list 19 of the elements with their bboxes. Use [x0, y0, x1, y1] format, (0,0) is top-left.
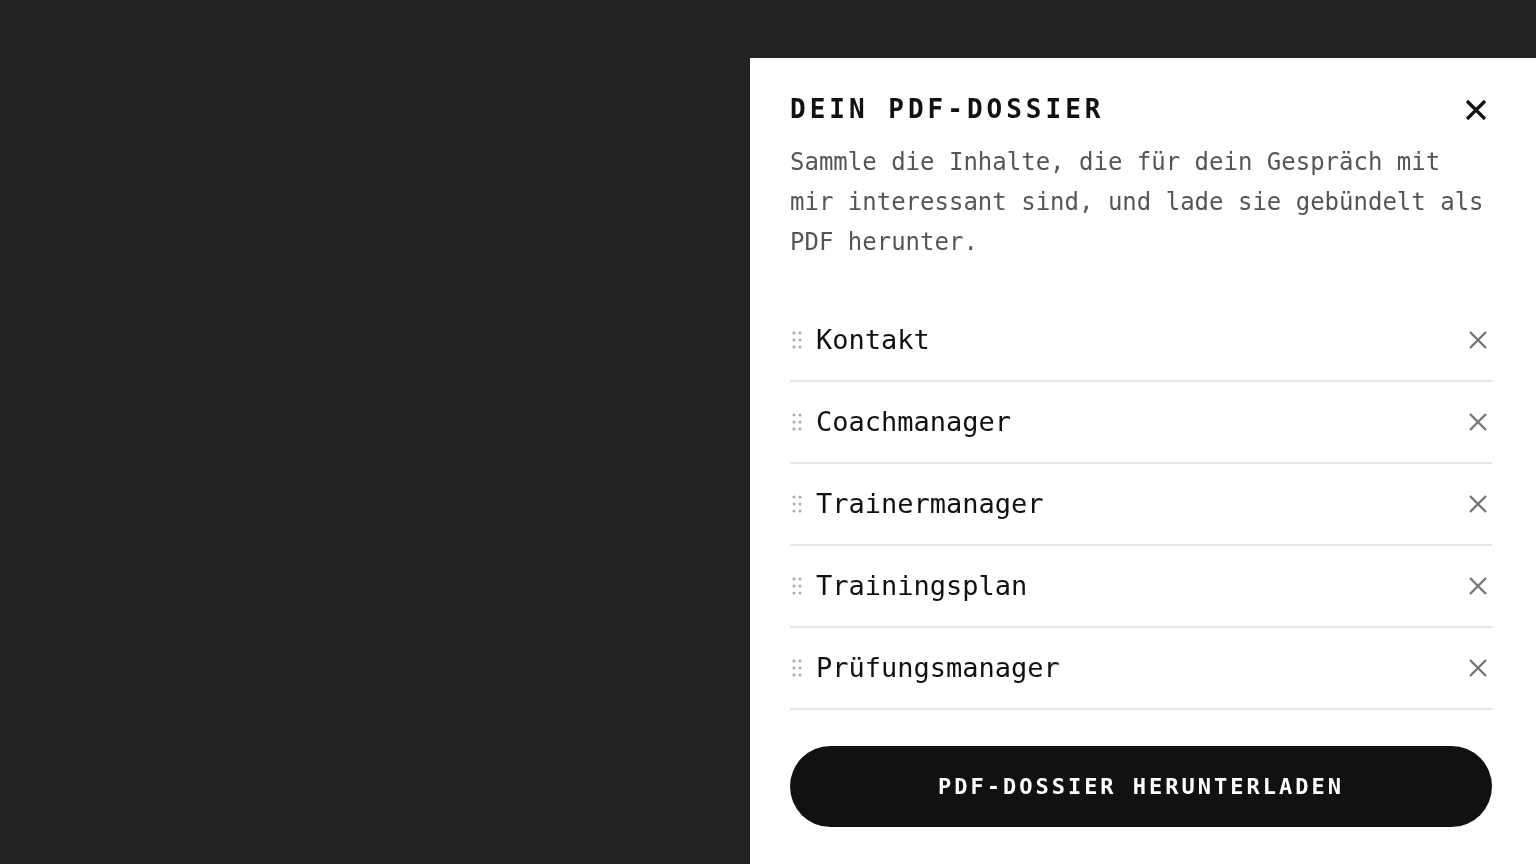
drag-handle-icon[interactable] [790, 658, 804, 678]
item-label: Coachmanager [816, 404, 1013, 439]
close-icon [1468, 330, 1488, 350]
item-label: Prüfungsmanager [816, 650, 1061, 685]
drawer-title: DEIN PDF-DOSSIER [790, 94, 1105, 126]
drag-handle-icon[interactable] [790, 330, 804, 350]
close-icon [1468, 412, 1488, 432]
drag-handle-icon[interactable] [790, 412, 804, 432]
close-icon [1464, 98, 1488, 122]
close-icon [1468, 494, 1488, 514]
drag-handle-icon[interactable] [790, 576, 804, 596]
description: Sammle die Inhalte, die für dein Gespräch mit mir interessant sind, und lade sie gebündelt als PDF herunter. [790, 147, 1485, 258]
item-label: Trainermanager [816, 486, 1045, 521]
download-button[interactable]: PDF-DOSSIER HERUNTERLADEN [790, 746, 1492, 827]
item-label: Kontakt [816, 322, 931, 357]
drag-handle-icon[interactable] [790, 494, 804, 514]
item-label: Trainingsplan [816, 568, 1029, 603]
close-icon [1468, 576, 1488, 596]
close-icon [1468, 658, 1488, 678]
